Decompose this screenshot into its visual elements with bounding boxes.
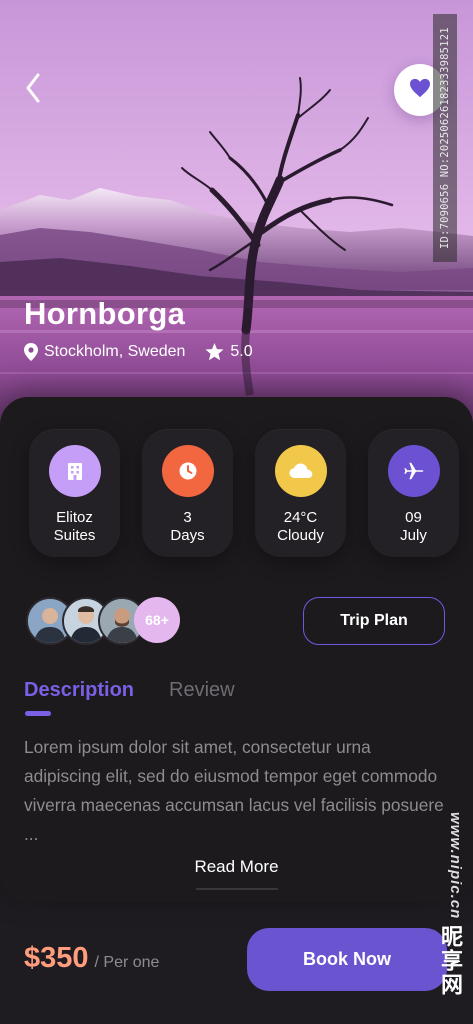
description-text: Lorem ipsum dolor sit amet, consectetur … — [24, 737, 444, 844]
active-tab-indicator — [25, 711, 51, 716]
info-tile-hotel[interactable]: Elitoz Suites — [29, 429, 120, 557]
details-card: Elitoz Suites 3 Days 24°C Cloudy 09 July… — [0, 397, 473, 902]
screen: ID:7090656 NO:20250626182333985121 Hornb… — [0, 0, 473, 1024]
info-tile-duration[interactable]: 3 Days — [142, 429, 233, 557]
avatar-more-count: 68+ — [134, 597, 180, 643]
place-location: Stockholm, Sweden — [44, 343, 186, 360]
price: $350 / Per one — [24, 942, 159, 975]
place-meta: Stockholm, Sweden 5.0 — [24, 343, 253, 361]
book-now-button[interactable]: Book Now — [247, 928, 447, 991]
price-unit: / Per one — [94, 954, 160, 971]
divider — [196, 888, 278, 890]
info-tiles: Elitoz Suites 3 Days 24°C Cloudy 09 July — [29, 429, 459, 557]
read-more-link[interactable]: Read More — [0, 857, 473, 877]
heart-icon — [409, 78, 431, 103]
info-tile-weather[interactable]: 24°C Cloudy — [255, 429, 346, 557]
info-label: 09 July — [400, 509, 427, 544]
place-title: Hornborga — [24, 296, 186, 331]
info-label: Elitoz Suites — [53, 509, 96, 544]
watermark-brand: 昵享网 — [438, 925, 463, 997]
content-tabs: Description Review — [24, 679, 235, 716]
traveler-avatars[interactable]: 68+ — [26, 597, 196, 645]
rating: 5.0 — [205, 343, 253, 361]
location-pin-icon — [24, 343, 38, 361]
tab-review[interactable]: Review — [169, 679, 235, 702]
clock-icon — [161, 445, 214, 497]
trip-plan-button[interactable]: Trip Plan — [303, 597, 445, 645]
plane-icon — [387, 445, 440, 497]
cloud-icon — [274, 445, 327, 497]
hotel-icon — [48, 445, 101, 497]
watermark-id-strip: ID:7090656 NO:20250626182333985121 — [433, 14, 457, 262]
info-tile-date[interactable]: 09 July — [368, 429, 459, 557]
info-label: 3 Days — [170, 509, 205, 544]
watermark-site: www.nipic.cn — [447, 812, 464, 920]
chevron-left-icon — [25, 73, 41, 108]
price-amount: $350 — [24, 942, 89, 974]
tab-description[interactable]: Description — [24, 679, 134, 716]
back-button[interactable] — [18, 70, 48, 110]
rating-value: 5.0 — [230, 343, 253, 360]
info-label: 24°C Cloudy — [277, 509, 324, 544]
star-icon — [205, 343, 224, 361]
